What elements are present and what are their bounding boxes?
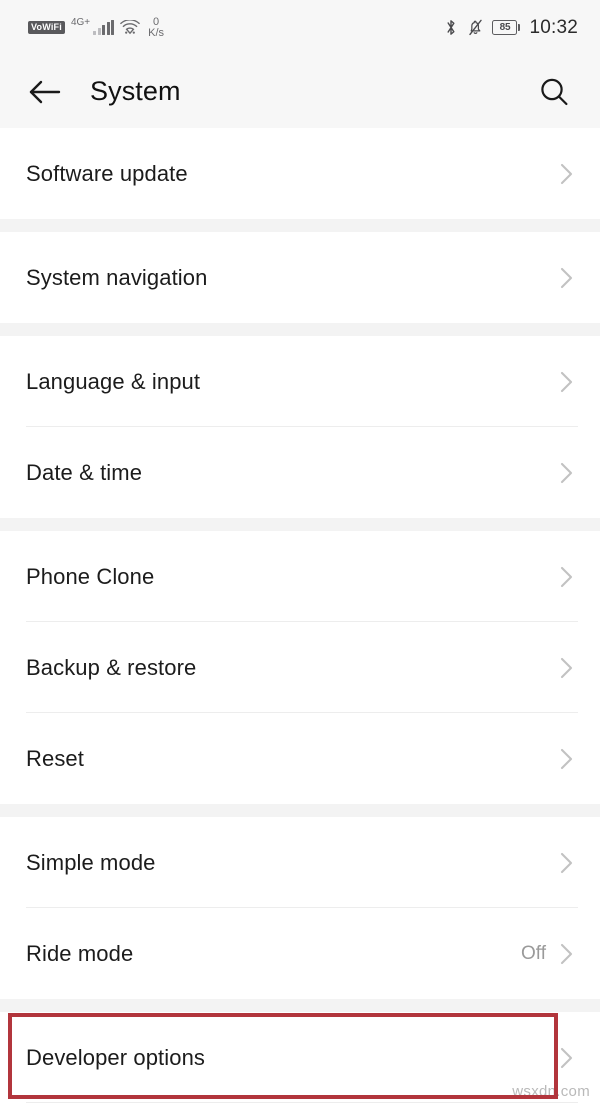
- group-separator: [0, 999, 600, 1012]
- chevron-right-icon: [556, 939, 578, 969]
- list-row-wrapper: Reset: [0, 713, 600, 804]
- list-item-label: Backup & restore: [26, 654, 197, 680]
- battery-cap: [518, 24, 521, 31]
- settings-list: Software update System navigation Language…: [0, 128, 600, 1106]
- settings-group: System navigation: [0, 232, 600, 323]
- list-item[interactable]: Backup & restore: [0, 622, 600, 713]
- signal-bars-icon: [93, 20, 115, 35]
- app-bar: System: [0, 55, 600, 128]
- chevron-right-icon: [556, 159, 578, 189]
- list-item[interactable]: System navigation: [0, 232, 600, 323]
- list-row-wrapper: Ride mode Off: [0, 908, 600, 999]
- group-separator: [0, 518, 600, 531]
- settings-group: Language & input Date & time: [0, 336, 600, 518]
- list-item[interactable]: Reset: [0, 713, 600, 804]
- chevron-right-icon: [556, 458, 578, 488]
- list-row-wrapper: Software update: [0, 128, 600, 219]
- list-item-value: Off: [521, 942, 546, 964]
- chevron-right-icon: [556, 367, 578, 397]
- chevron-right-icon: [556, 744, 578, 774]
- status-bar-clock: 10:32: [529, 16, 578, 38]
- list-item-label: Date & time: [26, 459, 143, 485]
- list-row-wrapper: System navigation: [0, 232, 600, 323]
- list-item[interactable]: Developer options: [0, 1012, 600, 1103]
- list-item[interactable]: Language & input: [0, 336, 600, 427]
- list-item[interactable]: Ride mode Off: [0, 908, 600, 999]
- battery-body: 85: [492, 20, 518, 35]
- group-separator: [0, 323, 600, 336]
- list-item[interactable]: Software update: [0, 128, 600, 219]
- settings-group: Simple mode Ride mode Off: [0, 817, 600, 999]
- list-item[interactable]: Phone Clone: [0, 531, 600, 622]
- page-title: System: [90, 76, 181, 106]
- chevron-right-icon: [556, 562, 578, 592]
- list-item-label: Software update: [26, 160, 188, 186]
- chevron-right-icon: [556, 1043, 578, 1073]
- list-row-wrapper: Phone Clone: [0, 531, 600, 622]
- list-item-label: Developer options: [26, 1044, 206, 1070]
- list-item[interactable]: Date & time: [0, 427, 600, 518]
- back-arrow-icon[interactable]: [26, 73, 64, 111]
- settings-group: Developer optionsUser experience improve…: [0, 1012, 600, 1106]
- status-bar: VoWiFi 4G+ 0 K/s 85 10:32: [0, 0, 600, 55]
- settings-group: Phone Clone Backup & restore Reset: [0, 531, 600, 804]
- list-row-wrapper: Language & input: [0, 336, 600, 427]
- search-icon[interactable]: [534, 72, 574, 112]
- list-row-wrapper: Date & time: [0, 427, 600, 518]
- list-item-label: Language & input: [26, 368, 201, 394]
- wifi-icon: [120, 19, 140, 35]
- list-item-label: Phone Clone: [26, 563, 155, 589]
- bluetooth-icon: [444, 19, 459, 36]
- battery-percent-label: 85: [499, 22, 511, 33]
- chevron-right-icon: [556, 653, 578, 683]
- list-item-label: Reset: [26, 745, 84, 771]
- list-item-label: System navigation: [26, 264, 208, 290]
- group-separator: [0, 219, 600, 232]
- data-rate-value: 0: [153, 15, 160, 28]
- network-type-label: 4G+: [70, 17, 91, 28]
- group-separator: [0, 804, 600, 817]
- list-item[interactable]: Simple mode: [0, 817, 600, 908]
- bell-muted-icon: [468, 19, 483, 36]
- list-item-label: Simple mode: [26, 849, 156, 875]
- vowifi-badge: VoWiFi: [28, 21, 65, 34]
- list-item-label: Ride mode: [26, 940, 134, 966]
- list-row-wrapper: Simple mode: [0, 817, 600, 908]
- list-row-wrapper: Backup & restore: [0, 622, 600, 713]
- watermark: wsxdn.com: [512, 1083, 590, 1100]
- chevron-right-icon: [556, 263, 578, 293]
- settings-group: Software update: [0, 128, 600, 219]
- chevron-right-icon: [556, 848, 578, 878]
- status-bar-left: VoWiFi 4G+ 0 K/s: [28, 15, 165, 39]
- list-row-wrapper: Developer options: [0, 1012, 600, 1103]
- data-rate-indicator: 0 K/s: [148, 15, 165, 39]
- data-rate-unit: K/s: [148, 26, 165, 39]
- phone-screen: VoWiFi 4G+ 0 K/s 85 10:32 System Softwar…: [0, 0, 600, 1106]
- battery-indicator: 85: [492, 20, 521, 35]
- status-bar-right: 85 10:32: [444, 17, 578, 39]
